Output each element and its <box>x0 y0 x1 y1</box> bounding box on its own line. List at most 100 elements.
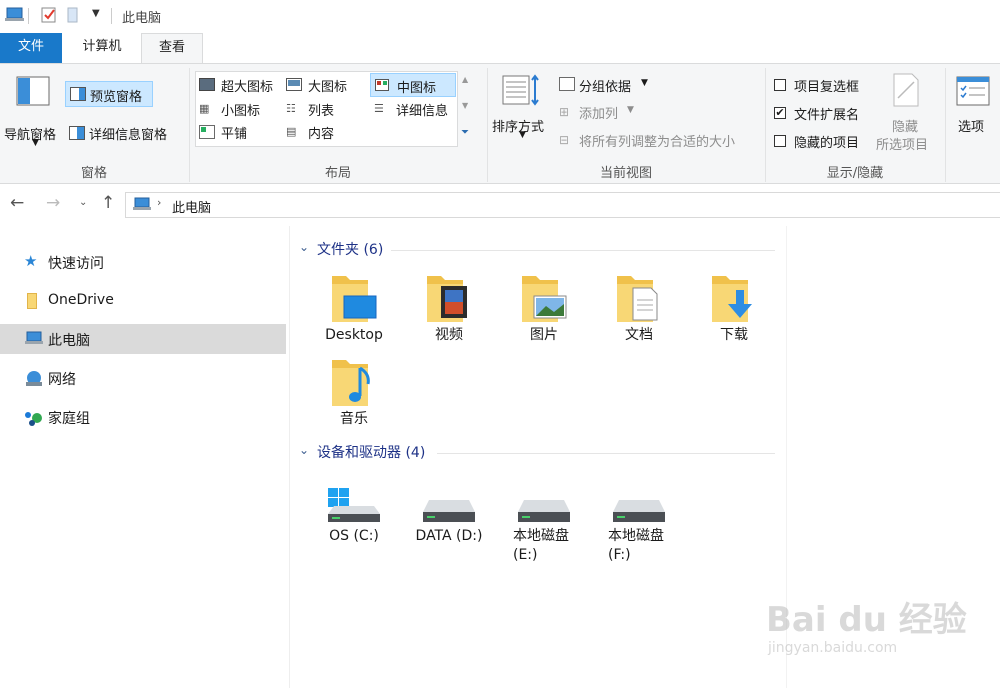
drives-group-header[interactable]: ⌄ 设备和驱动器 (4) <box>299 440 779 462</box>
layout-details[interactable]: ☰ 详细信息 <box>372 98 458 120</box>
layout-small-icons[interactable]: ▦ 小图标 <box>197 98 277 120</box>
hard-drive-icon <box>613 500 665 522</box>
add-columns-icon: ⊞ <box>559 105 570 119</box>
add-columns-button[interactable]: ⊞ 添加列 ▼ <box>557 101 647 123</box>
sidebar-item-homegroup[interactable]: 家庭组 <box>0 402 286 432</box>
navigation-pane: ★ 快速访问 OneDrive 此电脑 网络 家庭组 <box>0 226 290 688</box>
recent-locations-icon[interactable]: ⌄ <box>79 197 87 208</box>
homegroup-icon <box>24 409 44 431</box>
layout-tiles[interactable]: 平铺 <box>197 121 267 143</box>
hide-selected-items-button[interactable]: 隐藏 所选项目 <box>874 72 940 156</box>
size-all-columns-button[interactable]: ⊟ 将所有列调整为合适的大小 <box>557 129 757 151</box>
watermark-url: jingyan.baidu.com <box>768 640 898 656</box>
drive-c[interactable]: OS (C:) <box>308 484 400 546</box>
nav-pane-label: 导航窗格 <box>4 128 57 143</box>
nav-pane-button[interactable]: 导航窗格 ▼ <box>4 74 66 154</box>
item-checkboxes-label: 项目复选框 <box>794 80 860 95</box>
group-label-show-hide: 显示/隐藏 <box>826 166 884 181</box>
preview-pane-button[interactable]: 预览窗格 <box>65 81 153 107</box>
title-bar: ▼ 此电脑 <box>0 0 1000 32</box>
navigation-bar: ← → ⌄ ↑ › 此电脑 <box>0 185 1000 225</box>
details-icon: ☰ <box>374 102 384 115</box>
window-title: 此电脑 <box>122 11 162 26</box>
this-pc-icon <box>24 331 44 351</box>
content-icon: ▤ <box>286 125 297 138</box>
new-folder-icon[interactable] <box>66 6 80 28</box>
layout-large-icons[interactable]: 大图标 <box>286 74 366 96</box>
group-divider <box>391 250 775 251</box>
medium-icons-icon <box>375 79 389 91</box>
breadcrumb-this-pc[interactable]: 此电脑 <box>172 197 211 216</box>
item-checkboxes-toggle[interactable]: 项目复选框 <box>772 74 882 96</box>
details-pane-icon <box>69 126 85 140</box>
folder-label: 视频 <box>435 327 463 343</box>
layout-extra-large-icons[interactable]: 超大图标 <box>197 74 285 96</box>
tab-computer[interactable]: 计算机 <box>66 33 138 63</box>
folder-pictures[interactable]: 图片 <box>498 270 590 345</box>
videos-folder-icon <box>427 276 467 322</box>
options-icon <box>956 76 990 106</box>
hidden-items-label: 隐藏的项目 <box>794 136 860 151</box>
address-pc-icon <box>132 197 152 217</box>
breadcrumb-chevron-icon[interactable]: › <box>157 196 161 209</box>
sort-by-button[interactable]: 排序方式 ▼ <box>490 72 554 152</box>
sort-by-icon <box>502 74 539 106</box>
hidden-items-toggle[interactable]: 隐藏的项目 <box>772 130 882 152</box>
tab-view[interactable]: 查看 <box>141 33 203 64</box>
folder-videos[interactable]: 视频 <box>403 270 495 345</box>
folder-downloads[interactable]: 下载 <box>688 270 780 345</box>
ribbon-tabs: 文件 计算机 查看 <box>0 33 1000 64</box>
group-by-label: 分组依据 <box>579 80 632 95</box>
sidebar-item-label: 家庭组 <box>48 411 90 427</box>
folder-music[interactable]: 音乐 <box>308 354 400 429</box>
folder-documents[interactable]: 文档 <box>593 270 685 345</box>
up-arrow-icon[interactable]: ↑ <box>101 193 115 213</box>
tab-file[interactable]: 文件 <box>0 33 62 63</box>
back-arrow-icon[interactable]: ← <box>10 193 24 213</box>
drive-e[interactable]: 本地磁盘 (E:) <box>498 484 590 565</box>
documents-folder-icon <box>617 276 658 322</box>
windows-drive-icon <box>328 488 380 522</box>
properties-icon[interactable] <box>40 6 58 28</box>
sidebar-item-this-pc[interactable]: 此电脑 <box>0 324 286 354</box>
drive-letter: (F:) <box>608 547 631 563</box>
group-divider <box>437 453 775 454</box>
group-by-icon <box>559 77 575 91</box>
layout-gallery-scroll[interactable]: ▲ ▼ ⏷ <box>460 71 474 147</box>
layout-list[interactable]: ☷ 列表 <box>286 98 356 120</box>
nav-pane-icon <box>16 76 50 106</box>
forward-arrow-icon[interactable]: → <box>46 193 60 213</box>
options-button[interactable]: 选项 <box>950 74 996 144</box>
file-extensions-toggle[interactable]: ✔ 文件扩展名 <box>772 102 882 124</box>
sidebar-item-quick-access[interactable]: ★ 快速访问 <box>0 247 286 277</box>
drive-f[interactable]: 本地磁盘 (F:) <box>593 484 685 565</box>
pictures-folder-icon <box>522 276 567 322</box>
address-bar[interactable]: › 此电脑 <box>125 192 1000 218</box>
group-by-button[interactable]: 分组依据 ▼ <box>557 74 667 96</box>
group-label-panes: 窗格 <box>80 166 107 181</box>
layout-content-label: 内容 <box>308 127 335 142</box>
this-pc-icon <box>4 6 24 28</box>
preview-pane-label: 预览窗格 <box>90 90 143 105</box>
hide-selected-label-2: 所选项目 <box>876 138 929 153</box>
folders-group-header[interactable]: ⌄ 文件夹 (6) <box>299 237 779 259</box>
sidebar-item-onedrive[interactable]: OneDrive <box>0 286 286 316</box>
extra-large-icons-icon <box>199 78 215 91</box>
scroll-up-icon: ▲ <box>462 75 469 84</box>
details-pane-button[interactable]: 详细信息窗格 <box>66 122 186 144</box>
collapse-chevron-icon[interactable]: ⌄ <box>299 443 309 457</box>
folder-label: 图片 <box>530 327 558 343</box>
downloads-folder-icon <box>712 276 752 322</box>
collapse-chevron-icon[interactable]: ⌄ <box>299 240 309 254</box>
customize-quick-access-icon[interactable]: ▼ <box>92 8 100 19</box>
drive-d[interactable]: DATA (D:) <box>403 484 495 546</box>
sidebar-item-network[interactable]: 网络 <box>0 363 286 393</box>
sidebar-item-label: OneDrive <box>48 292 114 308</box>
layout-list-label: 列表 <box>308 104 335 119</box>
network-icon <box>24 370 44 392</box>
star-icon: ★ <box>24 252 38 270</box>
layout-content[interactable]: ▤ 内容 <box>286 121 356 143</box>
folder-desktop[interactable]: Desktop <box>308 270 400 345</box>
layout-medium-icons[interactable]: 中图标 <box>370 73 456 97</box>
item-checkboxes-checkbox <box>774 79 786 91</box>
